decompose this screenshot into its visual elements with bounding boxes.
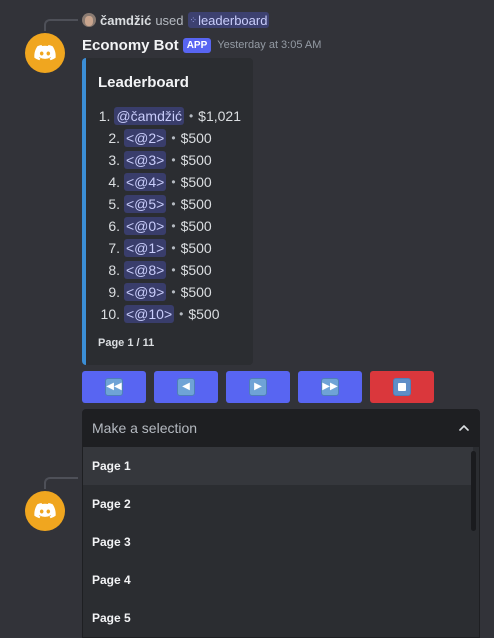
user-mention[interactable]: <@3>	[124, 151, 167, 169]
app-badge: APP	[182, 37, 212, 53]
reply-used-text: used	[155, 12, 184, 28]
entry-rank: 1.	[98, 108, 111, 124]
leaderboard-entry: 7. <@1> • $500	[98, 237, 241, 259]
pagination-buttons: ◀◀ ◀ ▶ ▶▶	[82, 371, 434, 403]
entry-amount: $500	[180, 196, 212, 212]
stop-button[interactable]	[370, 371, 434, 403]
entry-amount: $500	[180, 218, 212, 234]
entry-rank: 3.	[108, 152, 120, 168]
user-mention[interactable]: <@2>	[124, 129, 167, 147]
last-page-button[interactable]: ▶▶	[298, 371, 362, 403]
dropdown-scrollbar[interactable]	[471, 451, 476, 531]
message-header: Economy Bot APP Yesterday at 3:05 AM	[82, 35, 321, 55]
separator-dot: •	[188, 109, 194, 123]
leaderboard-embed: Leaderboard 1. @čamdžić • $1,021 2. <@2> • $500…	[82, 58, 253, 365]
entry-amount: $1,021	[198, 108, 241, 124]
entry-rank: 9.	[108, 284, 120, 300]
reply-user-name[interactable]: čamdžić	[100, 13, 151, 28]
user-mention[interactable]: @čamdžić	[114, 107, 184, 125]
separator-dot: •	[171, 285, 176, 299]
user-mention[interactable]: <@4>	[124, 173, 167, 191]
next-page-button[interactable]: ▶	[226, 371, 290, 403]
chevron-up-icon[interactable]	[459, 423, 469, 433]
stop-square	[398, 383, 406, 391]
left-arrow-icon: ◀	[177, 378, 195, 396]
previous-page-button[interactable]: ◀	[154, 371, 218, 403]
user-mention[interactable]: <@9>	[124, 283, 167, 301]
entry-rank: 8.	[108, 262, 120, 278]
leaderboard-entry: 4. <@4> • $500	[98, 171, 241, 193]
leaderboard-entry: 5. <@5> • $500	[98, 193, 241, 215]
command-name: leaderboard	[198, 12, 268, 28]
separator-dot: •	[171, 131, 176, 145]
select-option[interactable]: Page 5	[83, 599, 479, 637]
stop-icon	[393, 378, 411, 396]
leaderboard-entry: 2. <@2> • $500	[98, 127, 241, 149]
select-option[interactable]: Page 4	[83, 561, 479, 599]
bot-avatar[interactable]	[25, 491, 65, 531]
slash-command-icon: ⁘	[189, 14, 197, 25]
user-mention[interactable]: <@1>	[124, 239, 167, 257]
play-icon: ▶	[249, 378, 267, 396]
command-mention[interactable]: ⁘ leaderboard	[187, 12, 270, 28]
page-select[interactable]: Make a selection	[82, 409, 480, 446]
entry-rank: 6.	[108, 218, 120, 234]
entry-amount: $500	[180, 284, 212, 300]
user-mention[interactable]: <@5>	[124, 195, 167, 213]
message-timestamp[interactable]: Yesterday at 3:05 AM	[217, 39, 321, 51]
leaderboard-entry: 9. <@9> • $500	[98, 281, 241, 303]
entry-rank: 2.	[108, 130, 120, 146]
select-option[interactable]: Page 3	[83, 523, 479, 561]
separator-dot: •	[171, 241, 176, 255]
leaderboard-entry: 3. <@3> • $500	[98, 149, 241, 171]
select-option[interactable]: Page 1	[83, 447, 473, 485]
reply-context[interactable]: čamdžić used ⁘ leaderboard	[82, 11, 270, 29]
embed-title: Leaderboard	[98, 74, 189, 91]
user-mention[interactable]: <@10>	[124, 305, 175, 323]
entry-rank: 10.	[100, 306, 120, 322]
separator-dot: •	[171, 175, 176, 189]
leaderboard-list: 1. @čamdžić • $1,021 2. <@2> • $500 3. <@3> • $500 4…	[98, 105, 241, 325]
separator-dot: •	[171, 153, 176, 167]
entry-amount: $500	[180, 152, 212, 168]
leaderboard-entry: 6. <@0> • $500	[98, 215, 241, 237]
rewind-icon: ◀◀	[105, 378, 123, 396]
entry-amount: $500	[180, 262, 212, 278]
separator-dot: •	[171, 197, 176, 211]
leaderboard-entry: 1. @čamdžić • $1,021	[98, 105, 241, 127]
select-dropdown-menu: Page 1 Page 2 Page 3 Page 4 Page 5	[82, 446, 480, 638]
entry-amount: $500	[180, 174, 212, 190]
user-mention[interactable]: <@8>	[124, 261, 167, 279]
separator-dot: •	[171, 219, 176, 233]
separator-dot: •	[171, 263, 176, 277]
entry-amount: $500	[188, 306, 220, 322]
leaderboard-entry: 10. <@10> • $500	[98, 303, 241, 325]
embed-footer: Page 1 / 11	[98, 337, 155, 349]
entry-amount: $500	[180, 240, 212, 256]
reply-connector	[44, 19, 78, 31]
entry-rank: 5.	[108, 196, 120, 212]
bot-name[interactable]: Economy Bot	[82, 37, 179, 54]
first-page-button[interactable]: ◀◀	[82, 371, 146, 403]
user-mention[interactable]: <@0>	[124, 217, 167, 235]
bot-avatar[interactable]	[25, 33, 65, 73]
leaderboard-entry: 8. <@8> • $500	[98, 259, 241, 281]
separator-dot: •	[179, 307, 184, 321]
select-placeholder: Make a selection	[92, 419, 198, 436]
discord-logo-icon	[34, 503, 56, 519]
discord-logo-icon	[34, 45, 56, 61]
reply-user-avatar[interactable]	[82, 13, 96, 27]
select-option[interactable]: Page 2	[83, 485, 479, 523]
fast-forward-icon: ▶▶	[321, 378, 339, 396]
entry-amount: $500	[180, 130, 212, 146]
entry-rank: 4.	[108, 174, 120, 190]
entry-rank: 7.	[108, 240, 120, 256]
reply-connector	[44, 477, 78, 489]
